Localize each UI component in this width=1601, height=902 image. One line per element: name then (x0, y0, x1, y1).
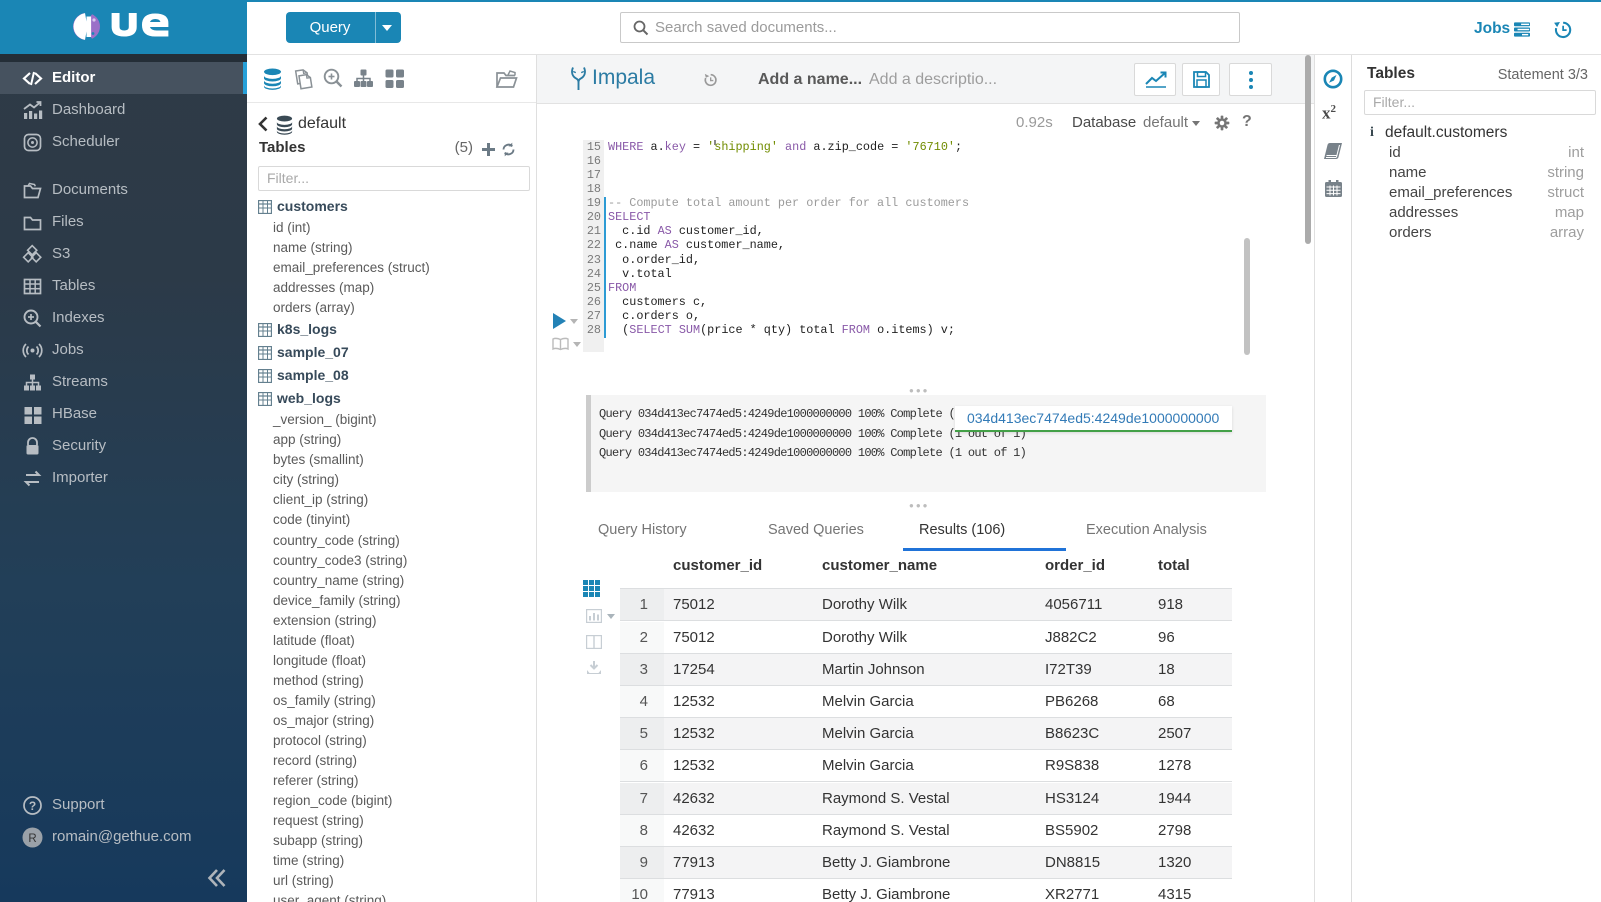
svg-text:R: R (28, 833, 36, 845)
svg-text:?: ? (29, 799, 36, 813)
